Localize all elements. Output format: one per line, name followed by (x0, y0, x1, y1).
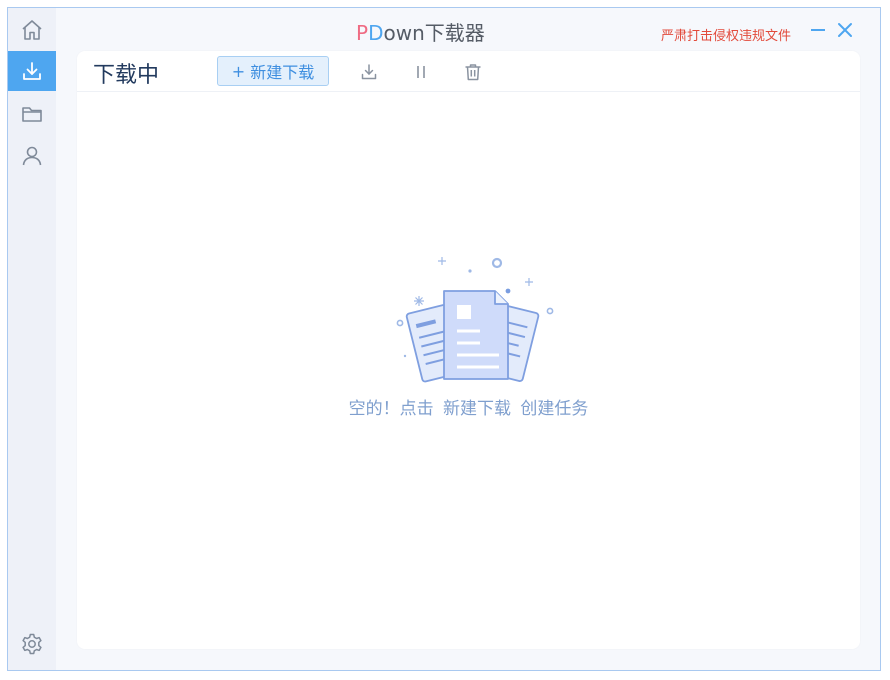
sidebar-item-home[interactable] (8, 10, 56, 50)
sidebar-item-user[interactable] (8, 136, 56, 176)
user-icon (22, 146, 42, 166)
download-icon (361, 64, 377, 80)
folder-icon (22, 107, 42, 122)
main-panel: 下载中 + 新建下载 空的！点击 新建下载 创建任务 (77, 51, 860, 649)
start-all-button[interactable] (358, 61, 380, 83)
sidebar-item-settings[interactable] (8, 624, 56, 664)
page-title: 下载中 (93, 63, 160, 88)
gear-icon (22, 633, 42, 655)
app-title: PDown下载器 (356, 21, 485, 45)
sidebar-item-files[interactable] (8, 94, 56, 134)
trash-icon (465, 64, 481, 81)
minimize-button[interactable] (808, 20, 828, 40)
sidebar-item-downloading[interactable] (8, 51, 56, 91)
download-icon (23, 62, 41, 80)
empty-text-part3: 创建任务 (520, 399, 589, 419)
title-bar: PDown下载器 严肃打击侵权违规文件 (56, 8, 880, 52)
empty-state-text: 空的！点击 新建下载 创建任务 (77, 394, 860, 419)
home-icon (22, 20, 42, 40)
sidebar (8, 8, 56, 670)
empty-documents-icon (396, 257, 554, 383)
app-window: PDown下载器 严肃打击侵权违规文件 下载中 + 新建下载 空的！点击 新建下… (7, 7, 881, 671)
plus-icon: + (231, 61, 246, 81)
new-download-label: 新建下载 (250, 63, 315, 82)
minimize-icon (811, 29, 825, 31)
empty-text-part1: 空的！点击 (348, 399, 434, 419)
notice-text: 严肃打击侵权违规文件 (661, 29, 792, 44)
pause-icon (417, 66, 425, 78)
new-download-button[interactable]: + 新建下载 (217, 56, 329, 86)
empty-new-download-link[interactable]: 新建下载 (443, 399, 511, 419)
close-icon (838, 23, 852, 37)
panel-header: 下载中 + 新建下载 (77, 51, 860, 92)
pause-all-button[interactable] (410, 61, 432, 83)
close-button[interactable] (835, 20, 855, 40)
delete-button[interactable] (462, 61, 484, 83)
